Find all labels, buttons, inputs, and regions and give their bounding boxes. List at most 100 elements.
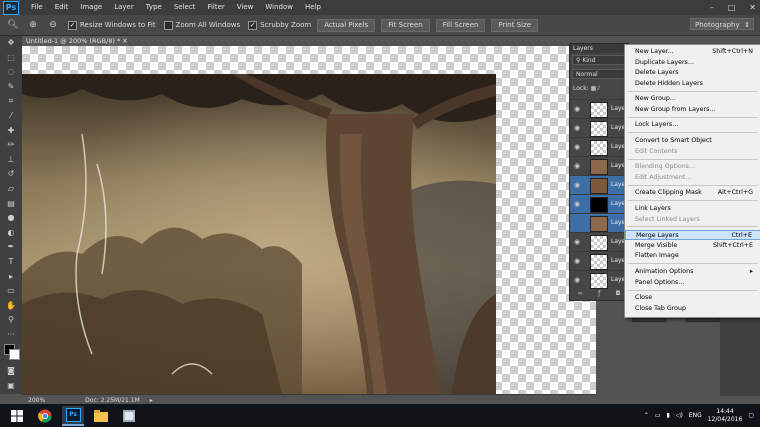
menu-link-layers[interactable]: Link Layers [625,204,760,214]
menu-delete-hidden-layers[interactable]: Delete Hidden Layers [625,79,760,89]
file-explorer-icon[interactable] [90,407,112,425]
type-tool-icon[interactable]: T [0,255,22,270]
crop-tool-icon[interactable]: ⌗ [0,94,22,109]
layer-row-selected[interactable]: ◉ Laye [570,175,628,194]
path-select-icon[interactable]: ▸ [0,270,22,285]
layer-filter-select[interactable]: ⚲ Kind [572,55,626,65]
eye-icon[interactable]: ◉ [574,238,583,246]
menu-new-group[interactable]: New Group... [625,94,760,104]
link-icon[interactable]: ∞ [578,289,583,299]
document-tab[interactable]: Untitled-1 @ 200% (RGB/8) * ✕ [22,36,128,46]
menu-duplicate-layers[interactable]: Duplicate Layers... [625,58,760,68]
tray-up-arrow-icon[interactable]: ⌃ [644,412,649,419]
zoom-tool-icon[interactable]: 🔍︎ [6,18,20,32]
chrome-icon[interactable] [34,407,56,425]
photoshop-taskbar-icon[interactable]: Ps [62,405,84,426]
language-indicator[interactable]: ENG [689,412,702,419]
shape-tool-icon[interactable]: ▭ [0,284,22,299]
zoom-in-icon[interactable]: ⊕ [26,18,40,32]
clock[interactable]: 14:44 12/04/2016 [708,408,743,424]
lock-transparent-icon[interactable]: ▦ [591,85,597,92]
menu-close-tab-group[interactable]: Close Tab Group [625,304,760,314]
blur-tool-icon[interactable]: ● [0,211,22,226]
layer-row[interactable]: ◉ Laye [570,118,628,137]
menu-file[interactable]: File [25,0,49,15]
zoom-all-checkbox[interactable]: Zoom All Windows [163,20,240,30]
menu-edit[interactable]: Edit [49,0,75,15]
brush-tool-icon[interactable]: ✏ [0,138,22,153]
quick-select-tool-icon[interactable]: ✎ [0,80,22,95]
app-window-icon[interactable] [118,407,140,425]
resize-windows-checkbox[interactable]: ✓ Resize Windows to Fit [68,20,156,30]
eye-icon[interactable]: ◉ [574,257,583,265]
menu-merge-layers[interactable]: Merge Layers Ctrl+E [625,230,760,241]
move-tool-icon[interactable]: ✥ [0,36,22,51]
eye-icon[interactable]: ◉ [574,181,583,189]
menu-help[interactable]: Help [299,0,327,15]
menu-panel-options[interactable]: Panel Options... [625,278,760,288]
eye-icon[interactable]: ◉ [574,276,583,284]
zoom-out-icon[interactable]: ⊖ [46,18,60,32]
layer-row[interactable]: ◉ Laye [570,156,628,175]
menu-flatten-image[interactable]: Flatten Image [625,251,760,261]
menu-lock-layers[interactable]: Lock Layers... [625,120,760,130]
marquee-tool-icon[interactable]: ⬚ [0,51,22,66]
eraser-tool-icon[interactable]: ▱ [0,182,22,197]
maximize-button[interactable]: □ [728,3,736,12]
lasso-tool-icon[interactable]: ◌ [0,65,22,80]
layer-row-selected[interactable]: Laye [570,213,628,232]
volume-icon[interactable]: ◁) [676,412,683,419]
layer-row[interactable]: ◉ Laye [570,99,628,118]
menu-animation-options[interactable]: Animation Options ▸ [625,267,760,277]
scrubby-zoom-checkbox[interactable]: ✓ Scrubby Zoom [248,20,311,30]
print-size-button[interactable]: Print Size [491,18,539,32]
eye-icon[interactable]: ◉ [574,124,583,132]
actual-pixels-button[interactable]: Actual Pixels [317,18,376,32]
dodge-tool-icon[interactable]: ◐ [0,226,22,241]
canvas-area[interactable] [22,46,596,394]
eye-icon[interactable]: ◉ [574,143,583,151]
lock-brush-icon[interactable]: ⁄ [598,85,599,92]
menu-layer[interactable]: Layer [108,0,140,15]
zoom-tool-icon[interactable]: ⚲ [0,313,22,328]
healing-brush-icon[interactable]: ✚ [0,124,22,139]
fit-screen-button[interactable]: Fit Screen [381,18,430,32]
menu-new-group-from-layers[interactable]: New Group from Layers... [625,105,760,115]
background-color-swatch[interactable] [9,349,20,361]
color-swatches[interactable] [0,342,22,364]
menu-image[interactable]: Image [74,0,108,15]
notifications-icon[interactable]: ▢ [748,412,754,419]
zoom-level[interactable]: 200% [28,397,45,404]
workspace-select[interactable]: Photography ⇕ [690,18,754,30]
layer-row[interactable]: ◉ Laye [570,270,628,289]
eye-icon[interactable]: ◉ [574,105,583,113]
close-window-button[interactable]: ✕ [749,3,756,12]
hand-tool-icon[interactable]: ✋ [0,299,22,314]
menu-create-clipping-mask[interactable]: Create Clipping Mask Alt+Ctrl+G [625,188,760,198]
mask-icon[interactable]: ◘ [616,289,621,299]
gradient-tool-icon[interactable]: ▤ [0,197,22,212]
eye-icon[interactable]: ◉ [574,200,583,208]
layers-tab[interactable]: Layers [570,44,628,53]
menu-type[interactable]: Type [140,0,168,15]
history-brush-icon[interactable]: ↺ [0,167,22,182]
fill-screen-button[interactable]: Fill Screen [435,18,486,32]
menu-select[interactable]: Select [168,0,202,15]
menu-convert-smart-object[interactable]: Convert to Smart Object [625,136,760,146]
layer-row[interactable]: ◉ Laye [570,232,628,251]
layer-row[interactable]: ◉ Laye [570,251,628,270]
quick-mask-icon[interactable]: ◙ [0,364,22,379]
battery-icon[interactable]: ▮ [667,412,670,419]
network-icon[interactable]: ▭ [655,412,661,419]
menu-merge-visible[interactable]: Merge Visible Shift+Ctrl+E [625,241,760,251]
layer-row[interactable]: ◉ Laye [570,137,628,156]
menu-filter[interactable]: Filter [201,0,230,15]
minimize-button[interactable]: – [710,3,714,12]
pen-tool-icon[interactable]: ✒ [0,240,22,255]
status-menu-arrow-icon[interactable]: ▸ [150,397,153,404]
screen-mode-icon[interactable]: ▣ [0,379,22,394]
menu-view[interactable]: View [231,0,260,15]
layer-row-selected[interactable]: ◉ Laye [570,194,628,213]
blend-mode-select[interactable]: Normal [572,69,626,79]
eye-icon[interactable] [574,219,583,227]
